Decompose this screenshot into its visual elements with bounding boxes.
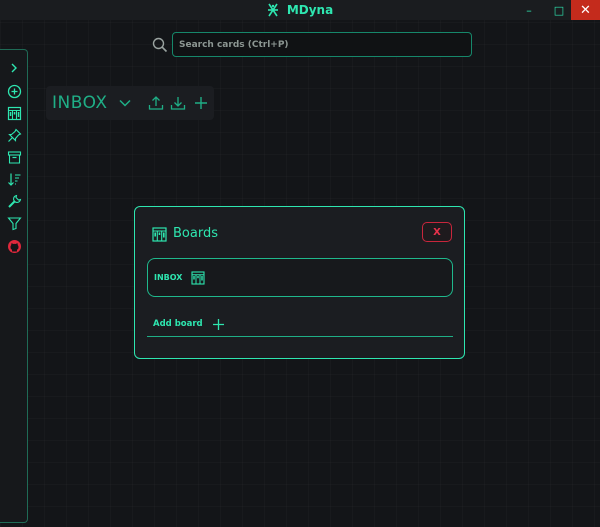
minimize-button[interactable]: – bbox=[514, 0, 544, 20]
github-icon bbox=[7, 239, 22, 254]
boards-button[interactable] bbox=[5, 104, 23, 122]
sort-button[interactable] bbox=[5, 170, 23, 188]
chevron-down-icon bbox=[118, 96, 132, 110]
pinned-button[interactable] bbox=[5, 126, 23, 144]
app-logo-icon bbox=[267, 3, 279, 17]
search-bar bbox=[152, 32, 472, 57]
archive-icon bbox=[7, 150, 22, 165]
sort-icon bbox=[7, 172, 22, 187]
board-dropdown-button[interactable] bbox=[118, 96, 132, 110]
plus-icon bbox=[194, 96, 208, 110]
chevron-right-icon bbox=[8, 62, 20, 74]
import-button[interactable] bbox=[170, 95, 186, 111]
add-card-button[interactable] bbox=[194, 96, 208, 110]
maximize-button[interactable]: □ bbox=[544, 0, 574, 20]
boards-icon bbox=[7, 106, 22, 121]
add-board-row[interactable]: Add board bbox=[147, 312, 453, 337]
board-title: INBOX bbox=[52, 93, 108, 113]
expand-sidebar-button[interactable] bbox=[5, 59, 23, 77]
settings-button[interactable] bbox=[5, 192, 23, 210]
close-window-button[interactable]: ✕ bbox=[571, 0, 600, 20]
filter-button[interactable] bbox=[5, 214, 23, 232]
add-circle-icon bbox=[7, 84, 22, 99]
close-modal-button[interactable]: X bbox=[422, 222, 452, 242]
app-title: MDyna bbox=[0, 0, 600, 20]
title-bar: MDyna – □ ✕ bbox=[0, 0, 600, 20]
export-button[interactable] bbox=[148, 95, 164, 111]
new-card-button[interactable] bbox=[5, 82, 23, 100]
filter-icon bbox=[6, 216, 22, 231]
search-icon bbox=[152, 37, 168, 53]
sidebar bbox=[0, 49, 28, 523]
upload-icon bbox=[148, 95, 164, 111]
download-icon bbox=[170, 95, 186, 111]
pin-icon bbox=[7, 128, 22, 143]
board-header: INBOX bbox=[46, 86, 214, 120]
archive-button[interactable] bbox=[5, 148, 23, 166]
add-board-label: Add board bbox=[153, 319, 203, 329]
app-name: MDyna bbox=[286, 3, 334, 17]
wrench-icon bbox=[7, 194, 22, 209]
plus-icon bbox=[212, 318, 225, 331]
board-item-name: INBOX bbox=[154, 273, 183, 282]
modal-title: Boards bbox=[173, 226, 218, 241]
search-input[interactable] bbox=[172, 32, 472, 57]
boards-modal-icon bbox=[152, 227, 167, 242]
boards-modal: Boards X INBOX Add board bbox=[134, 206, 465, 359]
board-icon bbox=[191, 270, 206, 285]
github-button[interactable] bbox=[5, 237, 23, 255]
board-list-item[interactable]: INBOX bbox=[147, 258, 453, 297]
